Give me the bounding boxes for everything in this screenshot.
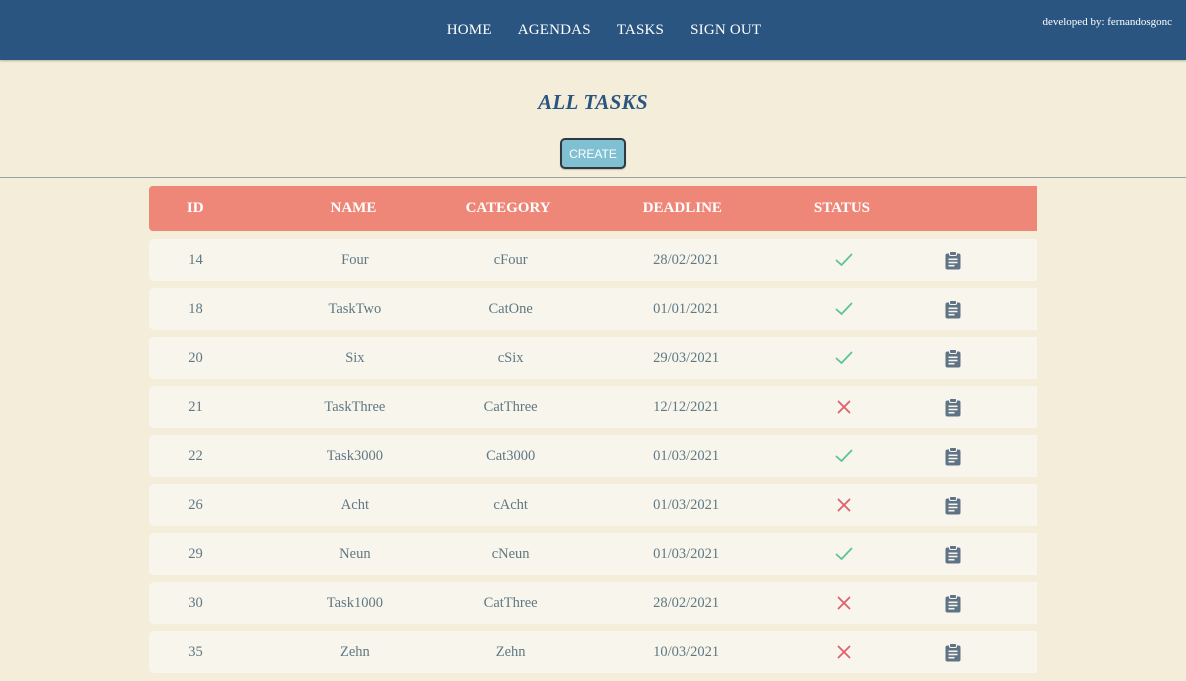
cross-icon [819, 596, 869, 610]
header-name: NAME [330, 200, 377, 216]
check-icon [819, 302, 869, 316]
cell-actions [869, 544, 1037, 564]
clipboard-icon[interactable] [945, 348, 961, 368]
cell-name: TaskThree [324, 398, 386, 415]
cross-icon [819, 498, 869, 512]
check-icon [819, 351, 869, 365]
nav-tasks-link[interactable]: TASKS [617, 22, 664, 39]
clipboard-icon[interactable] [945, 397, 961, 417]
table-body: 14 Four cFour 28/02/2021 18 TaskTwo CatOne 01/0… [149, 239, 1037, 673]
tasks-table: ID NAME CATEGORY DEADLINE STATUS 14 Four c… [149, 186, 1037, 673]
cell-actions [869, 446, 1037, 466]
cell-name: TaskTwo [328, 300, 382, 317]
cell-deadline: 01/01/2021 [653, 300, 720, 317]
cell-id: 20 [188, 349, 203, 366]
cell-category: Cat3000 [486, 447, 536, 464]
cross-icon [819, 645, 869, 659]
cell-category: CatThree [483, 594, 538, 611]
cell-category: cNeun [491, 545, 530, 562]
cell-id: 21 [188, 398, 203, 415]
table-row: 22 Task3000 Cat3000 01/03/2021 [149, 435, 1037, 477]
cell-deadline: 10/03/2021 [653, 643, 720, 660]
cell-category: cSix [497, 349, 524, 366]
clipboard-icon[interactable] [945, 495, 961, 515]
clipboard-icon[interactable] [945, 446, 961, 466]
table-row: 35 Zehn Zehn 10/03/2021 [149, 631, 1037, 673]
nav-sign-out-link[interactable]: SIGN OUT [690, 22, 761, 39]
cell-name: Acht [340, 496, 369, 513]
main-nav: HOME AGENDAS TASKS SIGN OUT [0, 0, 1186, 60]
table-row: 18 TaskTwo CatOne 01/01/2021 [149, 288, 1037, 330]
check-icon [819, 547, 869, 561]
page-title: ALL TASKS [538, 90, 648, 114]
cell-actions [869, 348, 1037, 368]
cell-category: Zehn [495, 643, 526, 660]
cell-id: 26 [188, 496, 203, 513]
cell-deadline: 01/03/2021 [653, 545, 720, 562]
clipboard-icon[interactable] [945, 250, 961, 270]
cell-deadline: 28/02/2021 [653, 594, 720, 611]
clipboard-icon[interactable] [945, 299, 961, 319]
table-row: 26 Acht cAcht 01/03/2021 [149, 484, 1037, 526]
table-row: 30 Task1000 CatThree 28/02/2021 [149, 582, 1037, 624]
create-task-button[interactable]: CREATE [560, 138, 626, 169]
cell-category: cFour [493, 251, 528, 268]
clipboard-icon[interactable] [945, 593, 961, 613]
check-icon [819, 449, 869, 463]
developer-credit: developed by: fernandosgonc [1042, 16, 1172, 28]
cell-deadline: 01/03/2021 [653, 496, 720, 513]
cell-actions [869, 250, 1037, 270]
cell-id: 22 [188, 447, 203, 464]
cell-id: 30 [188, 594, 203, 611]
header-id: ID [186, 200, 204, 216]
cell-name: Zehn [339, 643, 370, 660]
cell-deadline: 28/02/2021 [653, 251, 720, 268]
table-row: 20 Six cSix 29/03/2021 [149, 337, 1037, 379]
cell-id: 29 [188, 545, 203, 562]
cell-category: cAcht [493, 496, 528, 513]
cell-name: Task3000 [326, 447, 383, 464]
clipboard-icon[interactable] [945, 544, 961, 564]
cell-deadline: 01/03/2021 [653, 447, 720, 464]
cell-name: Six [345, 349, 365, 366]
table-row: 21 TaskThree CatThree 12/12/2021 [149, 386, 1037, 428]
cell-id: 18 [188, 300, 203, 317]
section-divider [0, 177, 1186, 178]
cell-name: Task1000 [326, 594, 383, 611]
header-deadline: DEADLINE [642, 200, 722, 216]
cell-deadline: 29/03/2021 [653, 349, 720, 366]
header-status: STATUS [813, 200, 871, 216]
cell-actions [869, 642, 1037, 662]
clipboard-icon[interactable] [945, 642, 961, 662]
nav-agendas-link[interactable]: AGENDAS [518, 22, 591, 39]
cell-deadline: 12/12/2021 [653, 398, 720, 415]
cell-name: Neun [339, 545, 371, 562]
cell-actions [869, 299, 1037, 319]
cell-actions [869, 397, 1037, 417]
cell-category: CatThree [483, 398, 538, 415]
cell-actions [869, 593, 1037, 613]
cell-id: 35 [188, 643, 203, 660]
cell-category: CatOne [488, 300, 533, 317]
header-category: CATEGORY [465, 200, 551, 216]
table-header: ID NAME CATEGORY DEADLINE STATUS [149, 186, 1037, 231]
cell-actions [869, 495, 1037, 515]
table-row: 14 Four cFour 28/02/2021 [149, 239, 1037, 281]
cell-name: Four [341, 251, 369, 268]
top-navbar: HOME AGENDAS TASKS SIGN OUT developed by… [0, 0, 1186, 60]
check-icon [819, 253, 869, 267]
cross-icon [819, 400, 869, 414]
nav-home-link[interactable]: HOME [447, 22, 492, 39]
cell-id: 14 [188, 251, 203, 268]
table-row: 29 Neun cNeun 01/03/2021 [149, 533, 1037, 575]
